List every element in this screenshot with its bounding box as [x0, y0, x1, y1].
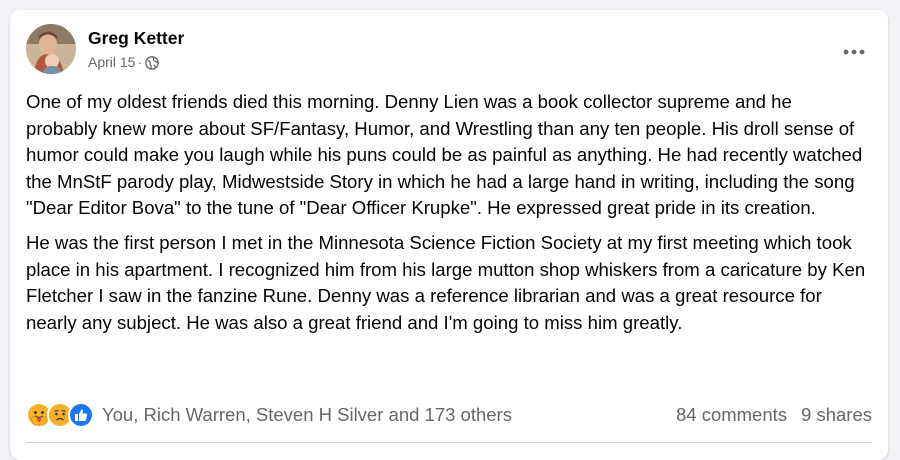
reaction-icons — [26, 402, 94, 428]
post-card: Greg Ketter April 15 · One of my oldest … — [10, 10, 888, 460]
comments-count-link[interactable]: 84 comments — [676, 404, 787, 426]
post-paragraph: One of my oldest friends died this morni… — [26, 91, 863, 219]
reactions-summary-text: You, Rich Warren, Steven H Silver and 17… — [102, 404, 512, 425]
more-options-button[interactable] — [836, 34, 872, 70]
footer-divider — [26, 442, 872, 443]
post-header: Greg Ketter April 15 · — [26, 24, 184, 80]
reactions-summary[interactable]: You, Rich Warren, Steven H Silver and 17… — [26, 402, 512, 428]
post-body: One of my oldest friends died this morni… — [26, 89, 866, 336]
post-footer: You, Rich Warren, Steven H Silver and 17… — [26, 397, 872, 433]
post-meta: Greg Ketter April 15 · — [88, 26, 184, 72]
post-paragraph: He was the first person I met in the Min… — [26, 231, 866, 333]
post-stats: 84 comments 9 shares — [676, 404, 872, 426]
shares-count-link[interactable]: 9 shares — [801, 404, 872, 426]
author-name[interactable]: Greg Ketter — [88, 26, 184, 50]
like-icon — [68, 402, 94, 428]
meta-separator: · — [137, 54, 143, 70]
public-globe-icon — [145, 55, 159, 70]
post-date[interactable]: April 15 — [88, 52, 135, 72]
post-timestamp-row: April 15 · — [88, 52, 184, 72]
ellipsis-icon — [843, 49, 865, 55]
author-avatar[interactable] — [26, 24, 76, 74]
